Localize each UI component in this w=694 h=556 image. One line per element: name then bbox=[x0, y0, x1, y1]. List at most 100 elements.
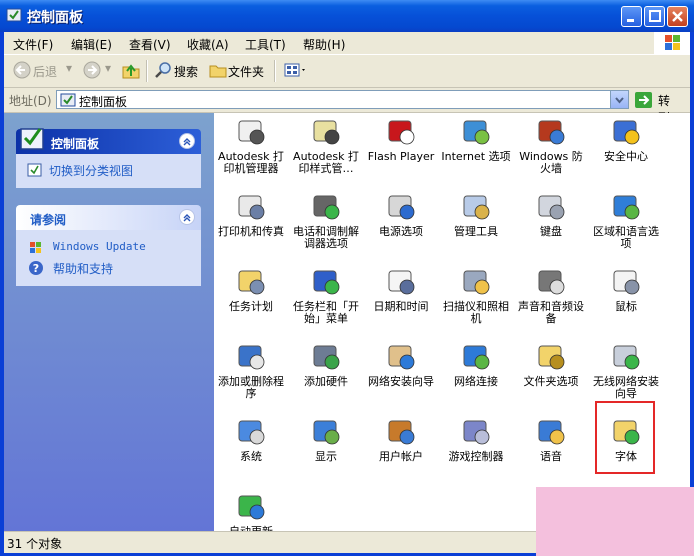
firewall-icon bbox=[538, 120, 565, 145]
up-folder-icon[interactable] bbox=[121, 60, 141, 80]
autodesk-plot-style-icon bbox=[313, 120, 340, 145]
add-remove-programs-icon bbox=[238, 345, 265, 370]
folders-icon[interactable] bbox=[208, 60, 228, 80]
help-icon: ? bbox=[29, 261, 43, 275]
chevron-down-icon bbox=[615, 97, 624, 104]
item-label: 文件夹选项 bbox=[523, 375, 579, 388]
help-support-link[interactable]: 帮助和支持 bbox=[53, 260, 113, 277]
control-panel-icon bbox=[20, 128, 44, 150]
see-also-body: Windows Update ? 帮助和支持 bbox=[16, 230, 201, 286]
display-icon bbox=[313, 420, 340, 445]
item-label: 安全中心 bbox=[604, 150, 648, 163]
address-dropdown-button[interactable] bbox=[610, 91, 628, 108]
minimize-button[interactable] bbox=[621, 6, 642, 27]
address-value: 控制面板 bbox=[79, 95, 128, 109]
item-label: 显示 bbox=[315, 450, 337, 463]
date-time-icon bbox=[388, 270, 415, 295]
address-bar: 地址(D) 控制面板 转到 bbox=[4, 88, 690, 125]
printer-icon bbox=[238, 195, 265, 220]
phone-modem-icon bbox=[313, 195, 340, 220]
item-label: 打印机和传真 bbox=[218, 225, 284, 238]
item-label: Autodesk 打印机管理器 bbox=[218, 150, 284, 175]
user-accounts-icon bbox=[388, 420, 415, 445]
menu-help[interactable]: 帮助(H) bbox=[303, 36, 345, 53]
chevron-up-icon bbox=[183, 138, 191, 146]
menu-view[interactable]: 查看(V) bbox=[129, 36, 171, 53]
item-label: 键盘 bbox=[540, 225, 562, 238]
item-label: 系统 bbox=[240, 450, 262, 463]
control-panel-title: 控制面板 bbox=[51, 137, 100, 151]
item-label: 网络安装向导 bbox=[368, 375, 434, 388]
sound-audio-icon bbox=[538, 270, 565, 295]
item-label: 电源选项 bbox=[379, 225, 423, 238]
keyboard-icon bbox=[538, 195, 565, 220]
svg-text:?: ? bbox=[33, 262, 39, 275]
autodesk-printer-icon bbox=[238, 120, 265, 145]
switch-category-view-link[interactable]: 切换到分类视图 bbox=[49, 162, 133, 179]
game-controllers-icon bbox=[463, 420, 490, 445]
close-button[interactable] bbox=[667, 6, 688, 27]
back-button[interactable]: 后退 bbox=[33, 63, 57, 80]
menu-favorites[interactable]: 收藏(A) bbox=[187, 36, 229, 53]
address-label: 地址(D) bbox=[9, 94, 52, 108]
maximize-button[interactable] bbox=[644, 6, 665, 27]
system-icon bbox=[238, 420, 265, 445]
mouse-icon bbox=[613, 270, 640, 295]
windows-logo bbox=[654, 32, 690, 54]
items-view: Autodesk 打印机管理器 Autodesk 打印样式管… Flash Play… bbox=[214, 113, 690, 531]
back-dropdown-icon[interactable]: ▾ bbox=[66, 61, 72, 75]
toolbar-separator bbox=[146, 60, 148, 82]
go-button[interactable]: 转到 bbox=[634, 91, 670, 125]
internet-options-icon bbox=[463, 120, 490, 145]
window-title: 控制面板 bbox=[27, 10, 83, 26]
collapse-button[interactable] bbox=[179, 209, 195, 225]
menu-file[interactable]: 文件(F) bbox=[13, 36, 53, 53]
forward-arrow-icon[interactable] bbox=[82, 60, 102, 80]
scheduled-tasks-icon bbox=[238, 270, 265, 295]
item-label: 扫描仪和照相机 bbox=[443, 300, 509, 325]
search-button[interactable]: 搜索 bbox=[174, 63, 198, 80]
item-label: Autodesk 打印样式管… bbox=[293, 150, 359, 175]
views-icon[interactable] bbox=[283, 60, 309, 80]
forward-dropdown-icon[interactable]: ▾ bbox=[105, 61, 111, 75]
admin-tools-icon bbox=[463, 195, 490, 220]
title-bar[interactable]: 控制面板 bbox=[0, 0, 694, 32]
control-panel-icon bbox=[6, 8, 22, 22]
chevron-up-icon bbox=[183, 214, 191, 222]
item-label: Windows 防火墙 bbox=[519, 150, 583, 175]
search-icon[interactable] bbox=[154, 60, 174, 80]
see-also-header[interactable]: 请参阅 bbox=[16, 205, 201, 230]
toolbar-separator bbox=[274, 60, 276, 82]
control-panel-header[interactable]: 控制面板 bbox=[16, 128, 201, 154]
speech-icon bbox=[538, 420, 565, 445]
menu-edit[interactable]: 编辑(E) bbox=[71, 36, 112, 53]
taskbar-start-menu-icon bbox=[313, 270, 340, 295]
folders-button[interactable]: 文件夹 bbox=[228, 63, 264, 80]
add-hardware-icon bbox=[313, 345, 340, 370]
toolbar: 后退 ▾ ▾ 搜索 文件夹 bbox=[4, 55, 690, 88]
regional-language-icon bbox=[613, 195, 640, 220]
collapse-button[interactable] bbox=[179, 133, 195, 149]
folder-options-icon bbox=[538, 345, 565, 370]
item-label: 添加硬件 bbox=[304, 375, 348, 388]
back-arrow-icon[interactable] bbox=[12, 60, 32, 80]
see-also-title: 请参阅 bbox=[30, 213, 67, 227]
menu-tools[interactable]: 工具(T) bbox=[245, 36, 286, 53]
switch-view-icon bbox=[27, 163, 42, 177]
address-input[interactable]: 控制面板 bbox=[56, 90, 629, 109]
go-arrow-icon bbox=[635, 92, 652, 108]
power-options-icon bbox=[388, 195, 415, 220]
item-label: 区域和语言选项 bbox=[593, 225, 659, 250]
item-label: 用户帐户 bbox=[379, 450, 423, 463]
item-label: 管理工具 bbox=[454, 225, 498, 238]
task-pane: 控制面板 切换到分类视图 请参阅 Windows Update ? 帮助和支持 bbox=[4, 113, 214, 531]
network-setup-icon bbox=[388, 345, 415, 370]
flash-icon bbox=[388, 120, 415, 145]
control-panel-icon bbox=[60, 93, 76, 107]
scanner-camera-icon bbox=[463, 270, 490, 295]
item-label: 任务栏和「开始」菜单 bbox=[293, 300, 359, 325]
network-connections-icon bbox=[463, 345, 490, 370]
windows-update-link[interactable]: Windows Update bbox=[53, 240, 146, 253]
item-label: 任务计划 bbox=[229, 300, 273, 313]
item-label: Flash Player bbox=[367, 150, 435, 163]
